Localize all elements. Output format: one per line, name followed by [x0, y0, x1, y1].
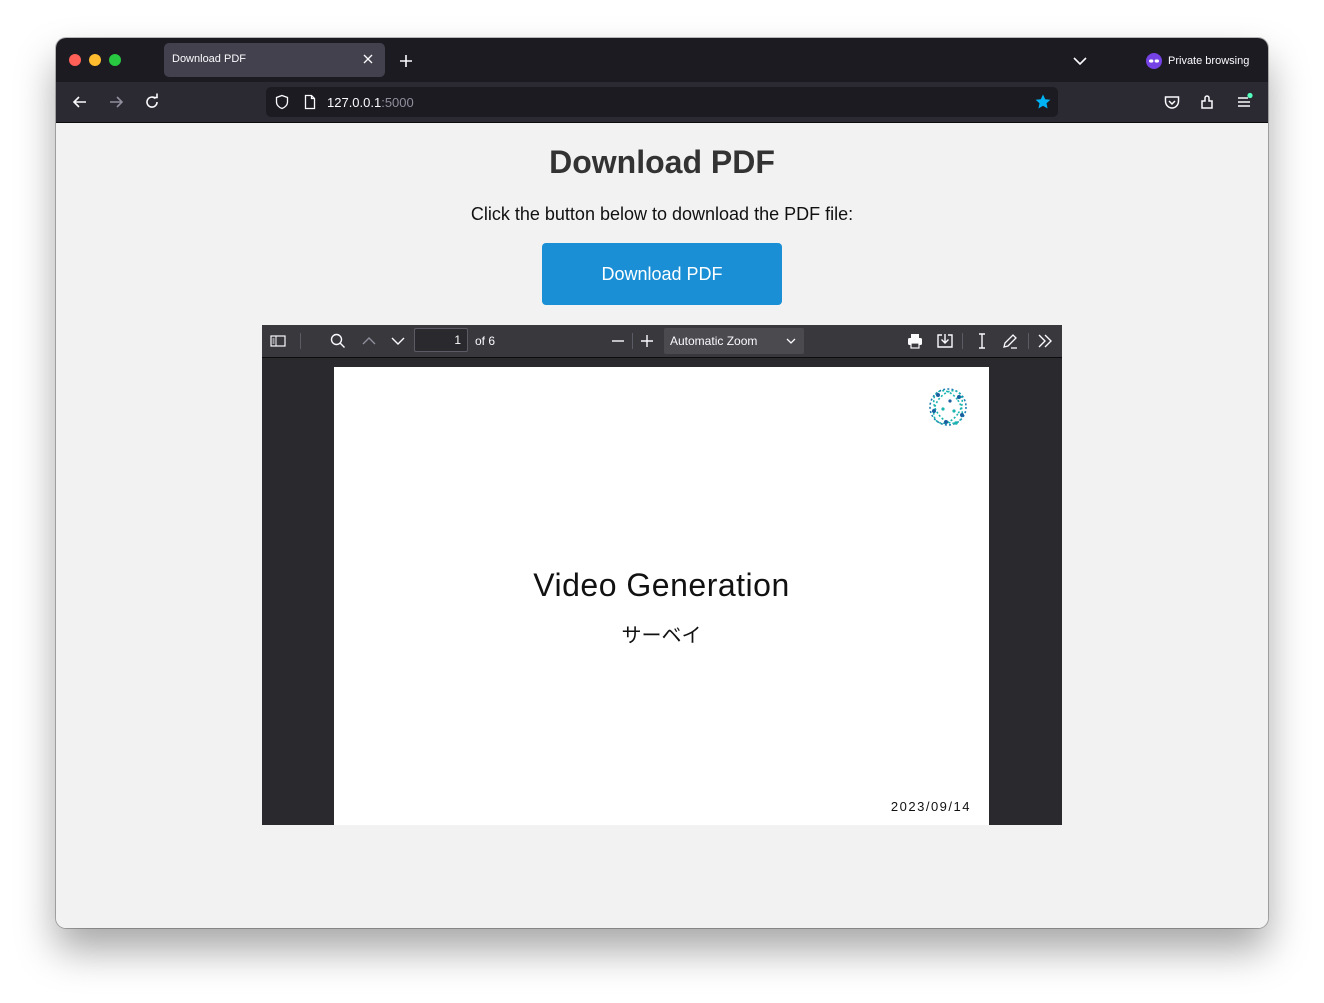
text-cursor-icon[interactable]	[973, 332, 991, 350]
private-mask-icon	[1146, 53, 1162, 69]
minus-icon[interactable]	[609, 332, 627, 350]
close-window-button[interactable]	[69, 54, 81, 66]
print-icon[interactable]	[906, 332, 924, 350]
toolbar-separator	[632, 333, 633, 349]
search-icon[interactable]	[329, 332, 347, 350]
extensions-icon[interactable]	[1198, 92, 1218, 112]
pdf-page: Video Generation サーベイ 2023/09/14	[334, 367, 989, 825]
chevron-down-icon	[786, 338, 796, 344]
shield-icon[interactable]	[274, 94, 290, 110]
star-icon[interactable]	[1034, 93, 1052, 111]
menu-icon[interactable]	[1234, 92, 1254, 112]
browser-window: Download PDF Private browsing 127.0.0.1:…	[56, 38, 1268, 928]
private-browsing-label: Private browsing	[1168, 55, 1250, 67]
save-icon[interactable]	[936, 332, 954, 350]
chevron-down-icon[interactable]	[1070, 51, 1090, 71]
toolbar-separator	[1028, 333, 1029, 349]
tab-title: Download PDF	[172, 53, 246, 65]
plus-icon[interactable]	[638, 332, 656, 350]
toolbar-separator	[962, 333, 963, 349]
logo-icon	[929, 388, 967, 426]
zoom-select[interactable]: Automatic Zoom	[664, 328, 804, 354]
tab-download-pdf[interactable]: Download PDF	[164, 43, 385, 77]
chevron-down-icon[interactable]	[389, 332, 407, 350]
download-pdf-button[interactable]: Download PDF	[542, 243, 782, 305]
reload-icon[interactable]	[142, 92, 162, 112]
chevron-up-icon[interactable]	[360, 332, 378, 350]
address-bar[interactable]: 127.0.0.1:5000	[266, 87, 1058, 117]
pdf-viewer[interactable]: 1 of 6 Automatic Zoom Video Generation サ…	[262, 325, 1062, 825]
url-text[interactable]: 127.0.0.1:5000	[327, 95, 414, 110]
page-number-input[interactable]: 1	[414, 328, 468, 352]
page-count: of 6	[475, 334, 496, 348]
page-description: Click the button below to download the P…	[470, 204, 854, 224]
page-icon	[304, 94, 316, 110]
url-port: :5000	[381, 95, 414, 110]
double-chevron-right-icon[interactable]	[1036, 332, 1054, 350]
minimize-window-button[interactable]	[89, 54, 101, 66]
page-title: Download PDF	[549, 144, 775, 180]
pocket-icon[interactable]	[1162, 92, 1182, 112]
plus-icon[interactable]	[396, 51, 416, 71]
pdf-subtitle: サーベイ	[621, 625, 702, 647]
pen-icon[interactable]	[1001, 332, 1019, 350]
back-arrow-icon[interactable]	[70, 92, 90, 112]
close-icon[interactable]	[359, 50, 377, 68]
pdf-date: 2023/09/14	[890, 799, 971, 814]
toolbar-separator	[300, 333, 301, 349]
page-content: Download PDF Click the button below to d…	[56, 123, 1268, 928]
private-browsing-indicator: Private browsing	[1146, 51, 1249, 71]
pdf-toolbar: 1 of 6 Automatic Zoom	[262, 325, 1062, 358]
pdf-title: Video Generation	[533, 567, 790, 603]
sidebar-toggle-icon[interactable]	[269, 332, 287, 350]
forward-arrow-icon[interactable]	[106, 92, 126, 112]
navigation-toolbar: 127.0.0.1:5000	[56, 82, 1268, 123]
maximize-window-button[interactable]	[109, 54, 121, 66]
zoom-select-value: Automatic Zoom	[670, 334, 758, 348]
url-host: 127.0.0.1	[327, 95, 382, 110]
title-bar: Download PDF Private browsing	[56, 38, 1268, 82]
